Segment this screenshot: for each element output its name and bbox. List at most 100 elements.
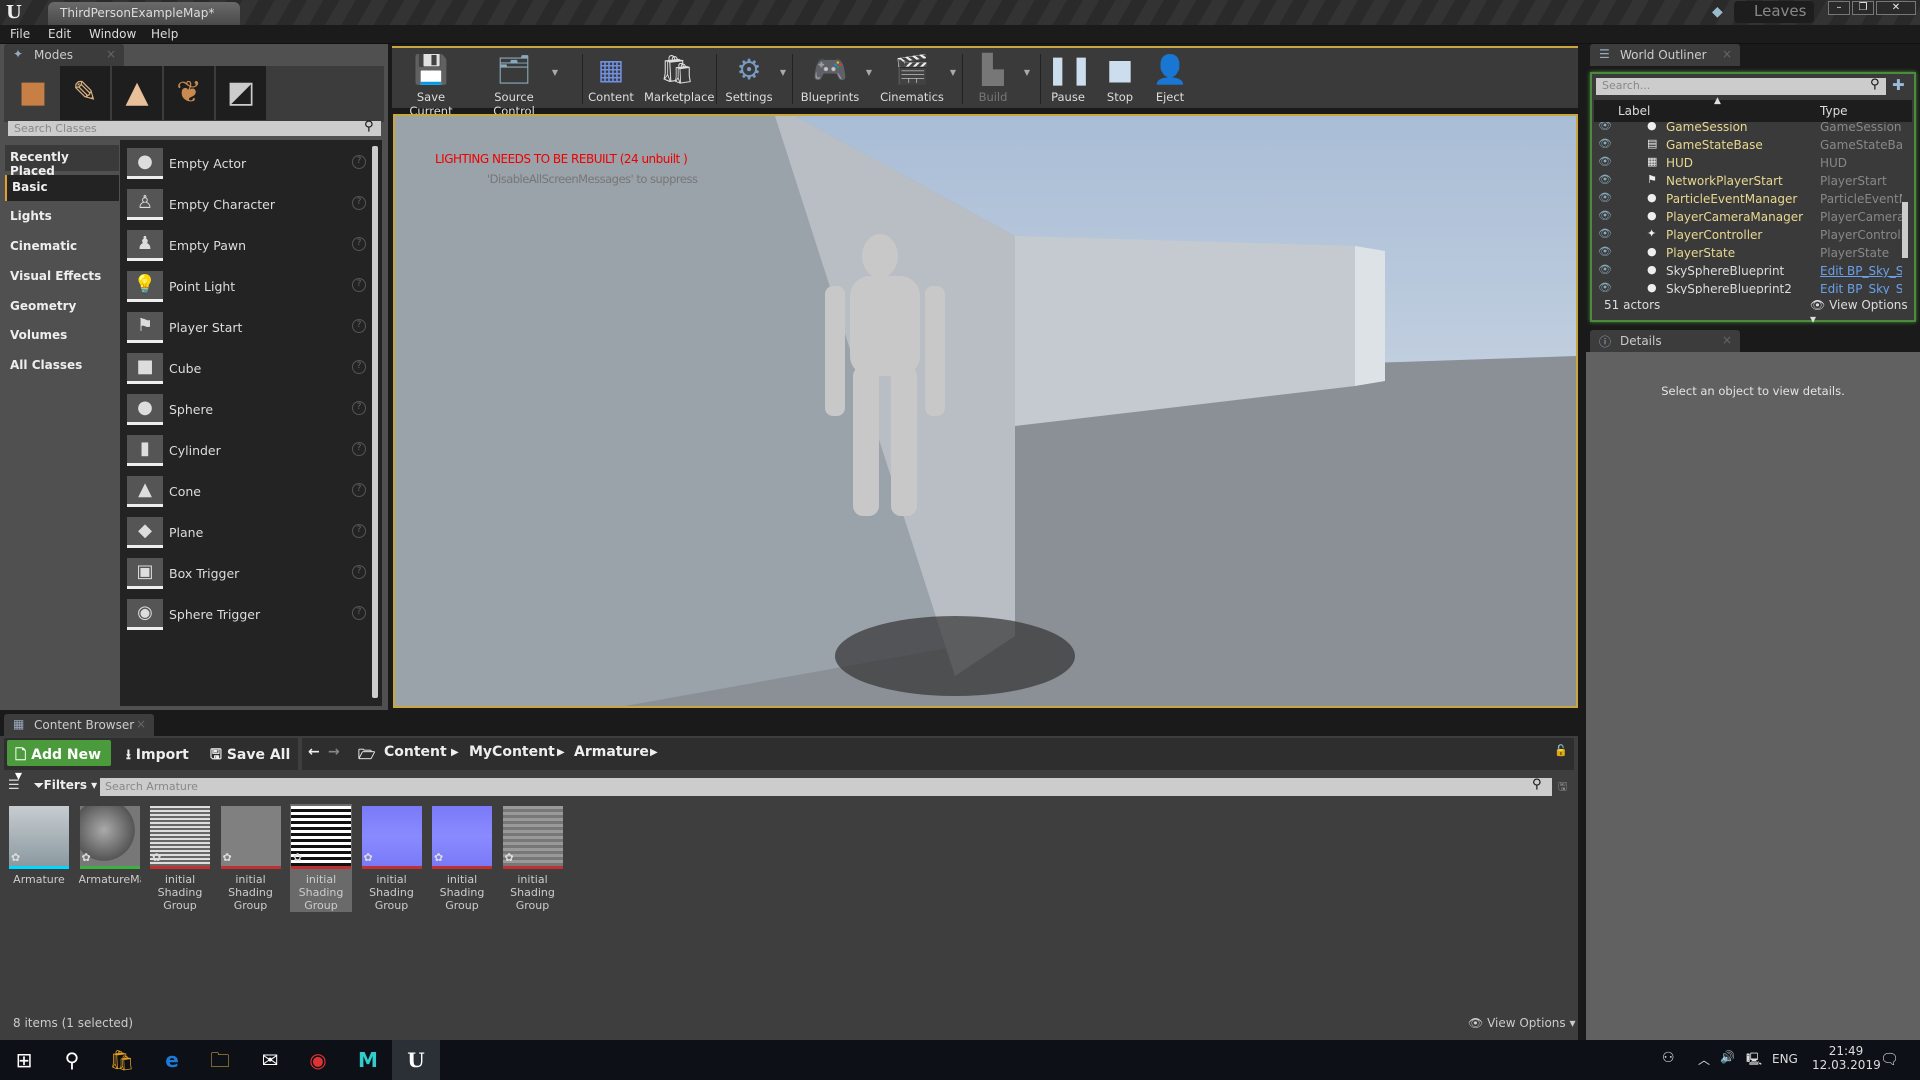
forward-button[interactable]: →	[328, 744, 340, 760]
search-armature-input[interactable]: Search Armature	[100, 778, 1552, 796]
breadcrumb-separator-icon[interactable]: ▶	[451, 747, 459, 758]
pause-button[interactable]: ❚❚ Pause	[1046, 50, 1093, 104]
close-tab-icon[interactable]: ×	[1722, 47, 1732, 61]
class-item-cone[interactable]: ▲ Cone?	[127, 476, 367, 516]
blueprints-button[interactable]: 🎮 Blueprints ▼	[800, 50, 872, 104]
file-explorer-icon[interactable]: 🗀	[196, 1040, 244, 1080]
stop-button[interactable]: ■ Stop	[1100, 50, 1140, 104]
outliner-row[interactable]: 👁 ● SkySphereBlueprint2 Edit BP_Sky_Sphere	[1594, 281, 1902, 294]
source-control-button[interactable]: 🗂 Source Control ▼	[482, 50, 558, 118]
outliner-row[interactable]: 👁 ● SkySphereBlueprint Edit BP_Sky_Sphere	[1594, 263, 1902, 281]
windows-start-icon[interactable]: ⊞	[0, 1040, 48, 1080]
maya-icon[interactable]: M	[344, 1040, 392, 1080]
eject-button[interactable]: 👤 Eject	[1150, 50, 1190, 104]
dropdown-arrow-icon[interactable]: ▼	[950, 68, 956, 77]
column-label[interactable]: Label	[1618, 104, 1650, 118]
people-icon[interactable]: ⚇	[1662, 1050, 1675, 1066]
landscape-mode-icon[interactable]: ▲	[112, 66, 162, 120]
breadcrumb-armature[interactable]: Armature	[574, 744, 649, 760]
category-cinematic[interactable]: Cinematic	[5, 234, 119, 260]
help-icon[interactable]: ?	[352, 524, 366, 538]
help-icon[interactable]: ?	[352, 237, 366, 251]
visibility-eye-icon[interactable]: 👁	[1598, 155, 1612, 168]
help-icon[interactable]: ?	[352, 483, 366, 497]
search-badge[interactable]: Leaves	[1734, 1, 1814, 23]
visibility-eye-icon[interactable]: 👁	[1598, 227, 1612, 240]
add-new-button[interactable]: 🗋 Add New ▾	[7, 740, 111, 784]
help-icon[interactable]: ?	[352, 196, 366, 210]
outliner-row[interactable]: 👁 ▦ HUD HUD	[1594, 155, 1902, 173]
maximize-button[interactable]: ❐	[1852, 1, 1874, 15]
asset-tile[interactable]: ✿ initial Shading Group	[502, 804, 564, 912]
visibility-eye-icon[interactable]: 👁	[1598, 209, 1612, 222]
clock[interactable]: 21:49 12.03.2019	[1812, 1044, 1881, 1072]
tab-details[interactable]: ⓘ Details ×	[1590, 330, 1740, 352]
asset-tile[interactable]: ✿ initial Shading Group Height	[220, 804, 282, 912]
back-button[interactable]: ←	[308, 744, 320, 760]
outliner-search-input[interactable]: Search...	[1596, 78, 1886, 95]
marketplace-button[interactable]: 🛍 Marketplace	[644, 50, 714, 104]
menu-window[interactable]: Window	[89, 27, 136, 41]
actor-type[interactable]: Edit BP_Sky_Sphere	[1820, 282, 1902, 294]
close-tab-icon[interactable]: ×	[106, 47, 116, 61]
lock-icon[interactable]: 🔓	[1554, 744, 1568, 757]
breadcrumb-mycontent[interactable]: MyContent	[469, 744, 555, 760]
geometry-mode-icon[interactable]: ◩	[216, 66, 266, 120]
class-item-sphere-trigger[interactable]: ◉ Sphere Trigger?	[127, 599, 367, 639]
document-tab[interactable]: ThirdPersonExampleMap*	[48, 2, 240, 25]
visibility-eye-icon[interactable]: 👁	[1598, 245, 1612, 258]
unreal-engine-icon[interactable]: U	[392, 1040, 440, 1080]
show-hidden-icons-chevron[interactable]: ︿	[1698, 1051, 1710, 1068]
class-item-empty-pawn[interactable]: ♟ Empty Pawn?	[127, 230, 367, 270]
class-item-sphere[interactable]: ● Sphere?	[127, 394, 367, 434]
close-tab-icon[interactable]: ×	[1722, 333, 1732, 347]
feedback-icon[interactable]: ◆	[1712, 4, 1723, 20]
tab-modes[interactable]: ✦ Modes ×	[4, 44, 124, 66]
asset-tile[interactable]: ✿ initial Shading Group	[431, 804, 493, 912]
search-icon[interactable]: ⚲	[1870, 77, 1880, 92]
help-icon[interactable]: ?	[352, 278, 366, 292]
outliner-row[interactable]: 👁 ⚑ NetworkPlayerStart PlayerStart	[1594, 173, 1902, 191]
cinematics-button[interactable]: 🎬 Cinematics ▼	[880, 50, 956, 104]
outliner-row[interactable]: 👁 ● ParticleEventManager ParticleEventManag…	[1594, 191, 1902, 209]
menu-file[interactable]: File	[10, 27, 30, 41]
unreal-logo-icon[interactable]: U	[6, 2, 22, 23]
dropdown-arrow-icon[interactable]: ▼	[866, 68, 872, 77]
minimize-button[interactable]: –	[1828, 1, 1850, 15]
place-mode-icon[interactable]: ■	[8, 66, 58, 120]
actor-type[interactable]: Edit BP_Sky_Sphere	[1820, 264, 1902, 278]
breadcrumb-separator-icon[interactable]: ▶	[650, 747, 658, 758]
outliner-row[interactable]: 👁 ● GameSession GameSession	[1594, 122, 1902, 137]
store-icon[interactable]: 🛍	[98, 1040, 146, 1080]
outliner-row[interactable]: 👁 ● PlayerState PlayerState	[1594, 245, 1902, 263]
foliage-mode-icon[interactable]: ❦	[164, 66, 214, 120]
outliner-row[interactable]: 👁 ✦ PlayerController PlayerController	[1594, 227, 1902, 245]
filters-button[interactable]: ⏷Filters ▾	[34, 778, 97, 793]
visibility-eye-icon[interactable]: 👁	[1598, 137, 1612, 150]
visibility-eye-icon[interactable]: 👁	[1598, 122, 1612, 132]
tab-content-browser[interactable]: ▦ Content Browser ×	[4, 714, 154, 736]
help-icon[interactable]: ?	[352, 401, 366, 415]
help-icon[interactable]: ?	[352, 442, 366, 456]
level-viewport[interactable]: LIGHTING NEEDS TO BE REBUILT (24 unbuilt…	[393, 114, 1578, 708]
mail-icon[interactable]: ✉	[246, 1040, 294, 1080]
class-item-plane[interactable]: ◆ Plane?	[127, 517, 367, 557]
visibility-eye-icon[interactable]: 👁	[1598, 191, 1612, 204]
class-item-player-start[interactable]: ⚑ Player Start?	[127, 312, 367, 352]
visibility-eye-icon[interactable]: 👁	[1598, 173, 1612, 186]
save-all-button[interactable]: 🖫 Save All	[210, 744, 290, 768]
category-recently-placed[interactable]: Recently Placed	[5, 145, 119, 178]
help-icon[interactable]: ?	[352, 360, 366, 374]
asset-tile[interactable]: ✿ initial Shading Group	[361, 804, 423, 912]
category-all-classes[interactable]: All Classes	[5, 353, 119, 379]
outliner-row[interactable]: 👁 ▤ GameStateBase GameStateBase	[1594, 137, 1902, 155]
dropdown-arrow-icon[interactable]: ▼	[780, 68, 786, 77]
add-filter-icon[interactable]: ✚	[1892, 76, 1905, 94]
breadcrumb-content[interactable]: Content	[384, 744, 447, 760]
dropdown-arrow-icon[interactable]: ▼	[1024, 68, 1030, 77]
save-current-button[interactable]: 💾 Save Current	[400, 50, 462, 118]
search-icon[interactable]: ⚲	[1532, 777, 1542, 792]
help-icon[interactable]: ?	[352, 155, 366, 169]
close-tab-icon[interactable]: ×	[136, 717, 146, 731]
visibility-eye-icon[interactable]: 👁	[1598, 263, 1612, 276]
